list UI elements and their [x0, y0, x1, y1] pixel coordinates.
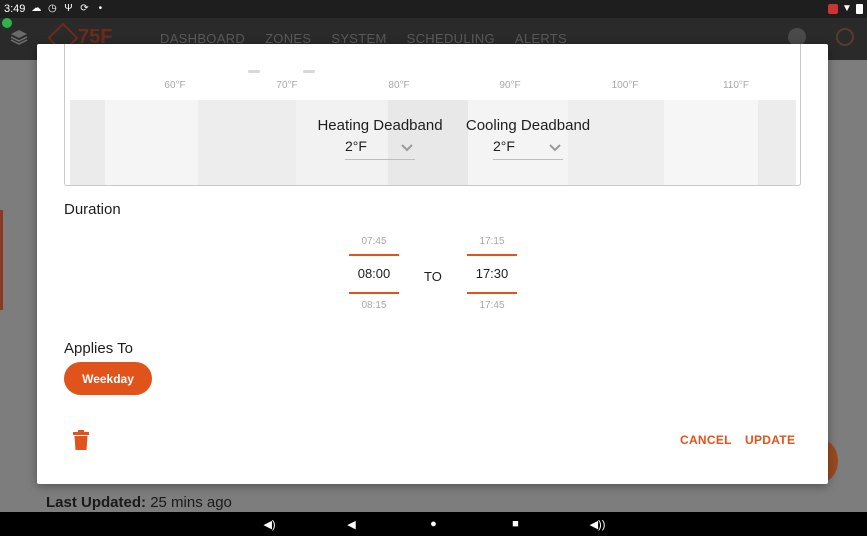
- clock-icon: ◷: [48, 3, 57, 14]
- start-time-next[interactable]: 08:15: [349, 298, 399, 314]
- temperature-scale: 60°F 70°F 80°F 90°F 100°F 110°F: [65, 80, 800, 94]
- start-time-value[interactable]: 08:00: [349, 260, 399, 288]
- online-indicator-dot: [2, 18, 12, 28]
- last-updated-value: 25 mins ago: [150, 494, 232, 511]
- cancel-button[interactable]: CANCEL: [680, 433, 732, 447]
- cloud-icon: ☁: [31, 3, 42, 14]
- end-time-picker[interactable]: 17:15 17:30 17:45: [467, 234, 517, 314]
- chevron-down-icon: [549, 144, 561, 152]
- picker-divider: [467, 254, 517, 256]
- status-time: 3:49: [4, 3, 26, 15]
- scale-label: 70°F: [276, 80, 298, 91]
- picker-divider: [467, 292, 517, 294]
- last-updated-label: Last Updated:: [46, 494, 147, 511]
- scale-label: 90°F: [499, 80, 521, 91]
- back-icon[interactable]: ◀: [342, 517, 362, 531]
- dot-icon: •: [98, 3, 103, 14]
- sync-icon: ⟳: [80, 3, 89, 14]
- heating-deadband: Heating Deadband 2°F: [315, 117, 445, 160]
- temperature-range-panel: 60°F 70°F 80°F 90°F 100°F 110°F Heating …: [64, 44, 801, 186]
- heating-deadband-value: 2°F: [345, 138, 367, 154]
- start-time-prev[interactable]: 07:45: [349, 234, 399, 250]
- applies-to-title: Applies To: [64, 340, 133, 357]
- chevron-down-icon: [401, 144, 413, 152]
- page-side-accent: [0, 210, 3, 310]
- range-handle-marker: [248, 70, 260, 73]
- weekday-chip[interactable]: Weekday: [64, 362, 152, 395]
- picker-divider: [349, 254, 399, 256]
- end-time-next[interactable]: 17:45: [467, 298, 517, 314]
- wifi-icon: ▼: [842, 3, 852, 14]
- duration-separator: TO: [424, 269, 442, 284]
- schedule-edit-dialog: 60°F 70°F 80°F 90°F 100°F 110°F Heating …: [37, 44, 828, 484]
- end-time-value[interactable]: 17:30: [467, 260, 517, 288]
- cooling-deadband-select[interactable]: 2°F: [493, 138, 563, 160]
- last-updated: Last Updated: 25 mins ago: [46, 494, 232, 511]
- scale-label: 80°F: [388, 80, 410, 91]
- home-icon[interactable]: ●: [424, 517, 444, 531]
- recents-icon[interactable]: ■: [506, 517, 526, 531]
- volume-down-icon[interactable]: ◀): [260, 517, 280, 531]
- cooling-deadband-value: 2°F: [493, 138, 515, 154]
- status-bar: 3:49 ☁ ◷ Ψ ⟳ • ▼: [0, 0, 867, 18]
- system-nav-bar: ◀) ◀ ● ■ ◀)): [0, 512, 867, 536]
- layers-icon[interactable]: [10, 28, 28, 46]
- gauge-icon[interactable]: [836, 28, 854, 46]
- scale-label: 100°F: [611, 80, 639, 91]
- battery-icon: [856, 4, 863, 14]
- end-time-prev[interactable]: 17:15: [467, 234, 517, 250]
- usb-icon: Ψ: [64, 3, 73, 14]
- duration-title: Duration: [64, 201, 121, 218]
- cooling-deadband-label: Cooling Deadband: [465, 117, 591, 134]
- scale-label: 60°F: [164, 80, 186, 91]
- picker-divider: [349, 292, 399, 294]
- volume-up-icon[interactable]: ◀)): [588, 517, 608, 531]
- heating-deadband-select[interactable]: 2°F: [345, 138, 415, 160]
- heating-deadband-label: Heating Deadband: [317, 117, 443, 134]
- cooling-deadband: Cooling Deadband 2°F: [463, 117, 593, 160]
- start-time-picker[interactable]: 07:45 08:00 08:15: [349, 234, 399, 314]
- scale-label: 110°F: [722, 80, 750, 91]
- range-handle-marker: [303, 70, 315, 73]
- trash-icon[interactable]: [72, 430, 90, 450]
- notification-icon: [828, 4, 838, 14]
- update-button[interactable]: UPDATE: [745, 433, 795, 447]
